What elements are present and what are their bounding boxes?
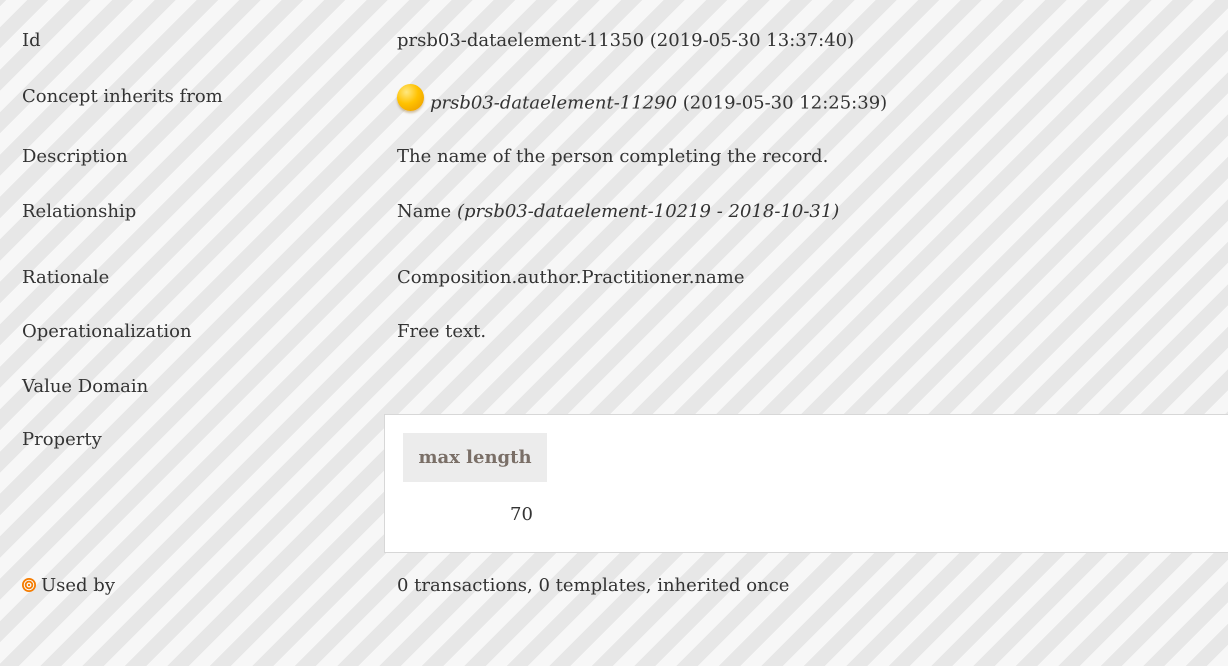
relationship-ref-link[interactable]: (prsb03-dataelement-10219 - 2018-10-31) bbox=[457, 201, 839, 222]
inherits-link[interactable]: prsb03-dataelement-11290 bbox=[430, 93, 677, 114]
label-concept-inherits: Concept inherits from bbox=[22, 86, 223, 107]
value-relationship: Name (prsb03-dataelement-10219 - 2018-10… bbox=[397, 200, 839, 224]
target-icon bbox=[22, 578, 36, 592]
label-value-domain: Value Domain bbox=[22, 376, 149, 397]
relationship-name: Name bbox=[397, 201, 452, 222]
value-used-by: 0 transactions, 0 templates, inherited o… bbox=[397, 575, 790, 596]
property-header-max-length: max length bbox=[403, 433, 547, 482]
used-by-label-text: Used by bbox=[41, 575, 115, 596]
value-id: prsb03-dataelement-11350 (2019-05-30 13:… bbox=[397, 30, 855, 51]
property-table: max length 70 bbox=[384, 414, 1228, 553]
concept-orb-icon bbox=[397, 84, 424, 111]
value-operationalization: Free text. bbox=[397, 321, 487, 342]
value-rationale: Composition.author.Practitioner.name bbox=[397, 267, 745, 288]
value-concept-inherits: prsb03-dataelement-11290 (2019-05-30 12:… bbox=[397, 84, 888, 117]
label-id: Id bbox=[22, 30, 41, 51]
label-description: Description bbox=[22, 146, 128, 167]
inherits-date: (2019-05-30 12:25:39) bbox=[682, 92, 888, 114]
label-operationalization: Operationalization bbox=[22, 321, 192, 342]
label-relationship: Relationship bbox=[22, 201, 137, 222]
label-property: Property bbox=[22, 429, 102, 450]
label-rationale: Rationale bbox=[22, 267, 110, 288]
property-value-max-length: 70 bbox=[510, 504, 533, 525]
label-used-by[interactable]: Used by bbox=[22, 574, 115, 598]
value-description: The name of the person completing the re… bbox=[397, 146, 829, 167]
